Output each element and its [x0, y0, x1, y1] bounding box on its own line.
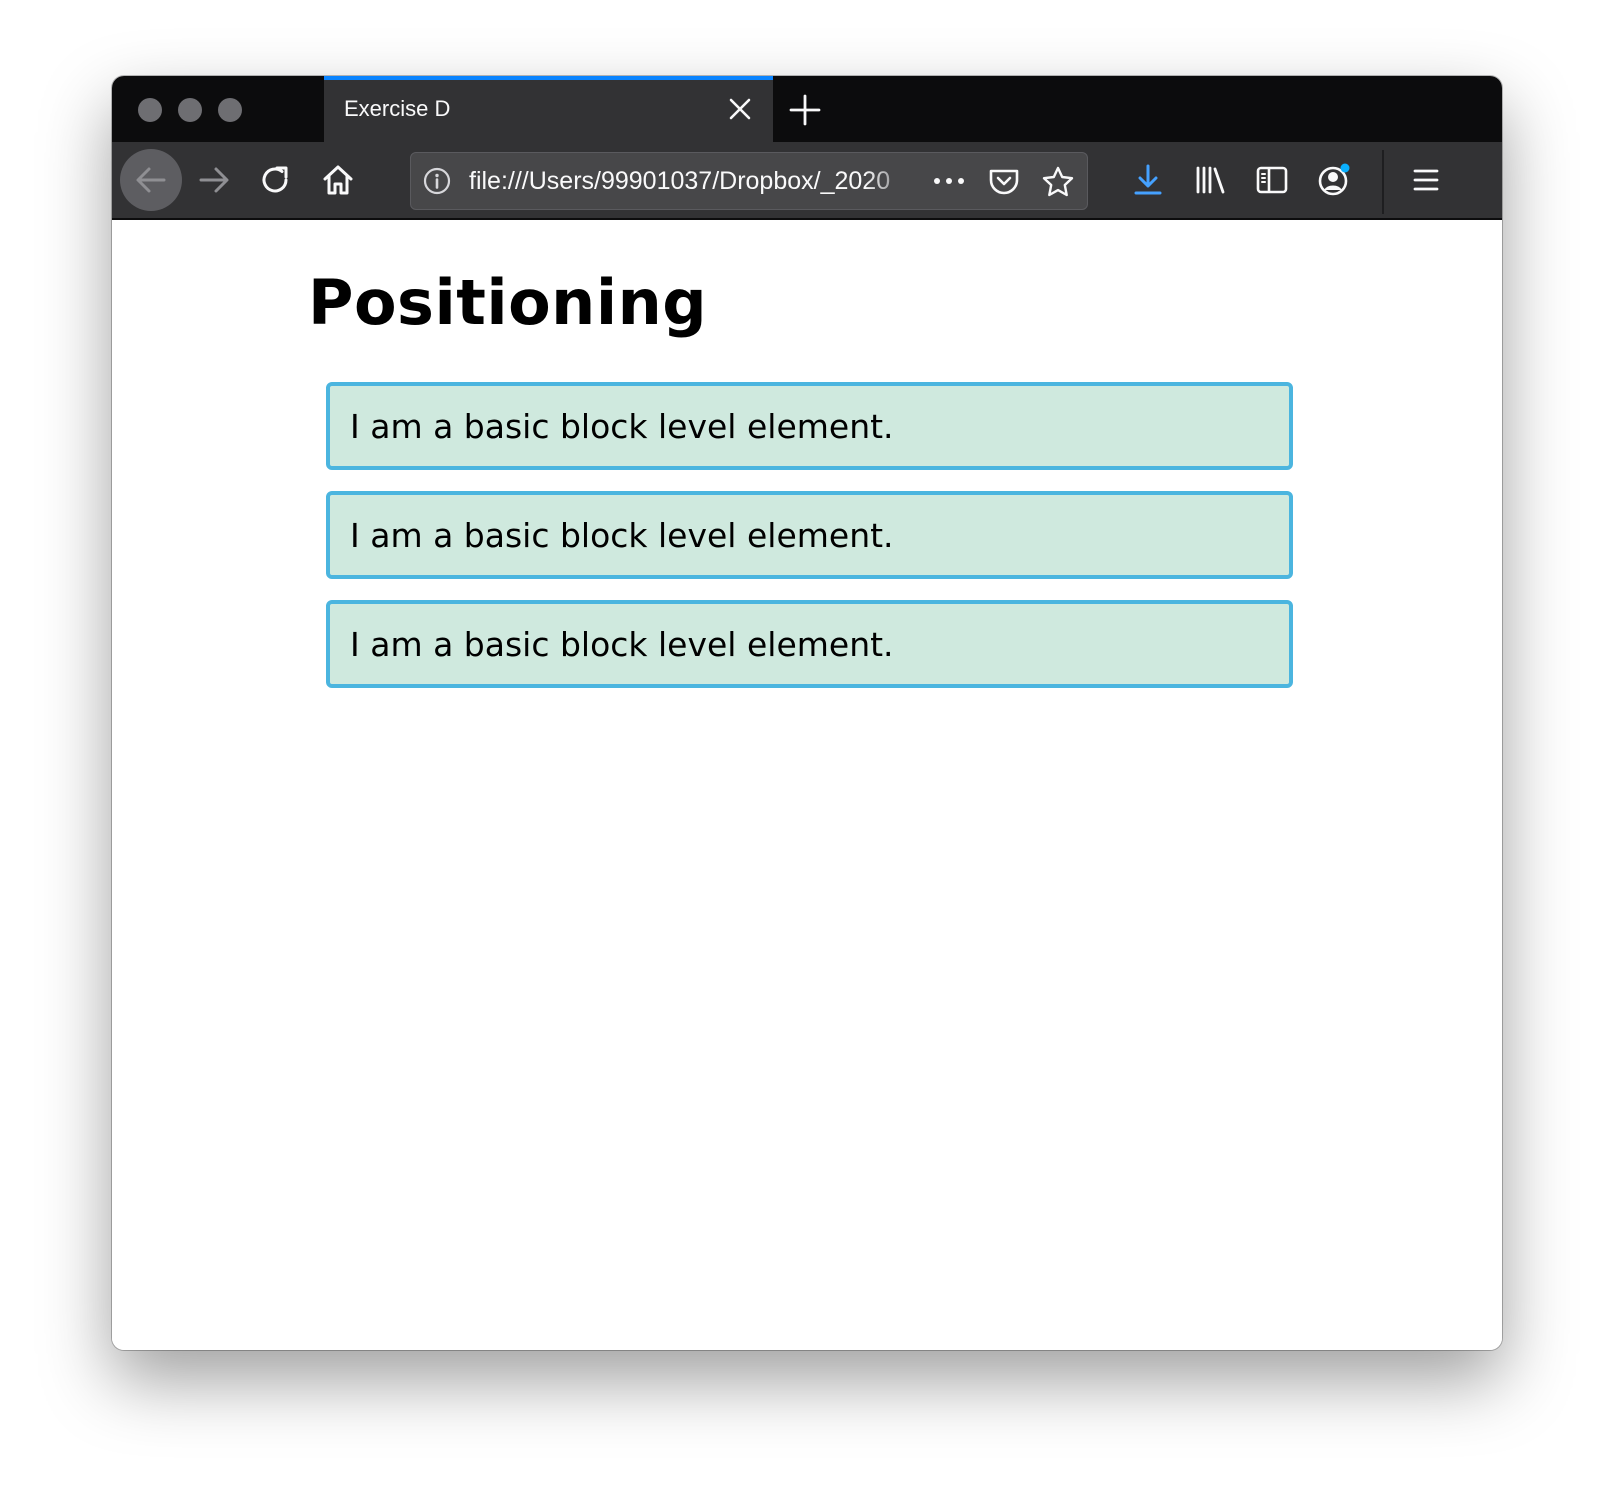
download-icon[interactable]	[1124, 156, 1172, 204]
home-icon[interactable]	[308, 150, 368, 210]
navigation-toolbar: file:///Users/99901037/Dropbox/_2020	[112, 142, 1502, 220]
pocket-icon[interactable]	[987, 165, 1021, 199]
hamburger-menu-icon[interactable]	[1402, 156, 1450, 204]
new-tab-plus-icon[interactable]	[787, 92, 823, 128]
window-close-button[interactable]	[138, 98, 162, 122]
block-text: I am a basic block level element.	[350, 624, 894, 664]
star-icon[interactable]	[1041, 165, 1075, 199]
back-arrow-icon[interactable]	[120, 149, 182, 211]
block-text: I am a basic block level element.	[350, 406, 894, 446]
page-content: Positioning I am a basic block level ele…	[112, 220, 1502, 1350]
reload-icon[interactable]	[246, 150, 306, 210]
block-text: I am a basic block level element.	[350, 515, 894, 555]
tab-strip: Exercise D	[112, 76, 1502, 142]
tab-title: Exercise D	[344, 96, 451, 121]
page-heading: Positioning	[308, 266, 708, 339]
window-minimize-button[interactable]	[178, 98, 202, 122]
block-level-element: I am a basic block level element.	[326, 600, 1293, 688]
tab-exercise-d[interactable]: Exercise D	[324, 76, 773, 142]
block-list: I am a basic block level element. I am a…	[326, 382, 1293, 709]
block-level-element: I am a basic block level element.	[326, 382, 1293, 470]
url-bar[interactable]: file:///Users/99901037/Dropbox/_2020	[410, 152, 1088, 210]
info-icon[interactable]	[423, 167, 451, 195]
account-icon[interactable]	[1310, 156, 1358, 204]
sidebar-icon[interactable]	[1248, 156, 1296, 204]
window-zoom-button[interactable]	[218, 98, 242, 122]
forward-arrow-icon[interactable]	[184, 150, 244, 210]
toolbar-separator	[1382, 150, 1384, 214]
close-icon[interactable]	[727, 96, 753, 122]
url-text[interactable]: file:///Users/99901037/Dropbox/_2020	[469, 167, 919, 196]
library-icon[interactable]	[1186, 156, 1234, 204]
block-level-element: I am a basic block level element.	[326, 491, 1293, 579]
active-tab-indicator	[324, 76, 773, 80]
page-actions-more-icon[interactable]	[931, 167, 967, 195]
browser-window: Exercise D file:///Users/99901037/Dropbo…	[112, 76, 1502, 1350]
